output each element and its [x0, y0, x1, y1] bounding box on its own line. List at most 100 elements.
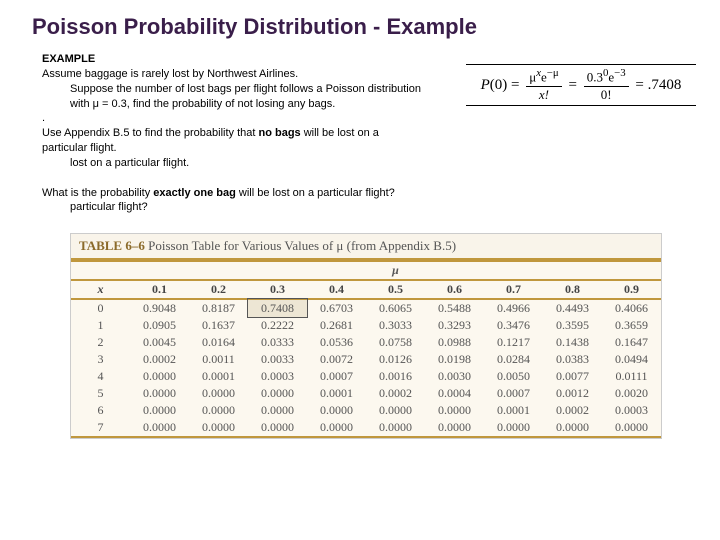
row-header: 0 — [71, 299, 130, 317]
row-header: 4 — [71, 368, 130, 385]
cell: 0.0001 — [484, 402, 543, 419]
cell: 0.0905 — [130, 317, 189, 334]
row-header: 7 — [71, 419, 130, 437]
cell: 0.0012 — [543, 385, 602, 402]
row-header: 2 — [71, 334, 130, 351]
table-row: 60.00000.00000.00000.00000.00000.00000.0… — [71, 402, 661, 419]
body2-b: no bags — [258, 127, 300, 139]
cell: 0.0126 — [366, 351, 425, 368]
col-header: 0.6 — [425, 280, 484, 299]
col-header: 0.8 — [543, 280, 602, 299]
cell: 0.1637 — [189, 317, 248, 334]
cell: 0.0050 — [484, 368, 543, 385]
body3-indent: particular flight? — [42, 200, 422, 215]
cell: 0.1647 — [602, 334, 661, 351]
cell: 0.0000 — [189, 402, 248, 419]
example-label: EXAMPLE — [42, 53, 95, 65]
cell: 0.7408 — [248, 299, 307, 317]
poisson-table: TABLE 6–6 Poisson Table for Various Valu… — [70, 233, 662, 439]
cell: 0.0000 — [248, 419, 307, 437]
col-header: 0.5 — [366, 280, 425, 299]
cell: 0.3033 — [366, 317, 425, 334]
formula: P(0) = μxe−μx! = 0.30e−30! = .7408 — [466, 64, 696, 106]
row-header: 5 — [71, 385, 130, 402]
cell: 0.2222 — [248, 317, 307, 334]
cell: 0.0111 — [602, 368, 661, 385]
cell: 0.0016 — [366, 368, 425, 385]
cell: 0.0284 — [484, 351, 543, 368]
cell: 0.0000 — [248, 385, 307, 402]
body3-b: exactly one bag — [153, 187, 236, 199]
cell: 0.3659 — [602, 317, 661, 334]
cell: 0.0000 — [307, 402, 366, 419]
cell: 0.1217 — [484, 334, 543, 351]
cell: 0.0000 — [602, 419, 661, 437]
cell: 0.9048 — [130, 299, 189, 317]
cell: 0.8187 — [189, 299, 248, 317]
table-row: 20.00450.01640.03330.05360.07580.09880.1… — [71, 334, 661, 351]
cell: 0.0004 — [425, 385, 484, 402]
cell: 0.0033 — [248, 351, 307, 368]
cell: 0.3476 — [484, 317, 543, 334]
data-table: μ x0.10.20.30.40.50.60.70.80.9 00.90480.… — [71, 260, 661, 438]
cell: 0.0002 — [130, 351, 189, 368]
cell: 0.0383 — [543, 351, 602, 368]
table-row: 30.00020.00110.00330.00720.01260.01980.0… — [71, 351, 661, 368]
cell: 0.0000 — [425, 419, 484, 437]
body3-c: will be lost on a particular flight? — [236, 187, 395, 199]
cell: 0.0000 — [366, 402, 425, 419]
mu-header: μ — [130, 261, 661, 280]
cell: 0.0011 — [189, 351, 248, 368]
col-header: 0.1 — [130, 280, 189, 299]
cell: 0.3595 — [543, 317, 602, 334]
page-title: Poisson Probability Distribution - Examp… — [0, 0, 720, 46]
cell: 0.0988 — [425, 334, 484, 351]
col-header: 0.2 — [189, 280, 248, 299]
cell: 0.0000 — [189, 385, 248, 402]
table-caption: TABLE 6–6 Poisson Table for Various Valu… — [71, 234, 661, 260]
cell: 0.2681 — [307, 317, 366, 334]
cell: 0.0000 — [543, 419, 602, 437]
cell: 0.6065 — [366, 299, 425, 317]
table-row: 00.90480.81870.74080.67030.60650.54880.4… — [71, 299, 661, 317]
cell: 0.0001 — [307, 385, 366, 402]
row-header: 6 — [71, 402, 130, 419]
cell: 0.0045 — [130, 334, 189, 351]
example-body-line1: Assume baggage is rarely lost by Northwe… — [42, 68, 298, 80]
dot: . — [42, 112, 45, 124]
cell: 0.0198 — [425, 351, 484, 368]
cell: 0.0007 — [484, 385, 543, 402]
table-row: 50.00000.00000.00000.00010.00020.00040.0… — [71, 385, 661, 402]
cell: 0.0077 — [543, 368, 602, 385]
row-header: 1 — [71, 317, 130, 334]
cell: 0.6703 — [307, 299, 366, 317]
cell: 0.0072 — [307, 351, 366, 368]
cell: 0.0000 — [130, 419, 189, 437]
cell: 0.4066 — [602, 299, 661, 317]
cell: 0.0007 — [307, 368, 366, 385]
table-caption-text: Poisson Table for Various Values of μ (f… — [148, 238, 456, 253]
cell: 0.4493 — [543, 299, 602, 317]
cell: 0.0002 — [366, 385, 425, 402]
cell: 0.0020 — [602, 385, 661, 402]
example-text: EXAMPLE Assume baggage is rarely lost by… — [0, 46, 422, 215]
body3-a: What is the probability — [42, 187, 153, 199]
cell: 0.0494 — [602, 351, 661, 368]
col-header: 0.7 — [484, 280, 543, 299]
cell: 0.0000 — [189, 419, 248, 437]
cell: 0.4966 — [484, 299, 543, 317]
cell: 0.0002 — [543, 402, 602, 419]
cell: 0.0000 — [130, 368, 189, 385]
table-row: 10.09050.16370.22220.26810.30330.32930.3… — [71, 317, 661, 334]
cell: 0.0000 — [307, 419, 366, 437]
cell: 0.0000 — [484, 419, 543, 437]
cell: 0.0000 — [248, 402, 307, 419]
body2-indent: lost on a particular flight. — [42, 156, 422, 171]
cell: 0.0333 — [248, 334, 307, 351]
x-header: x — [71, 280, 130, 299]
col-header: 0.3 — [248, 280, 307, 299]
cell: 0.0758 — [366, 334, 425, 351]
cell: 0.0000 — [130, 385, 189, 402]
cell: 0.0000 — [425, 402, 484, 419]
cell: 0.0000 — [130, 402, 189, 419]
